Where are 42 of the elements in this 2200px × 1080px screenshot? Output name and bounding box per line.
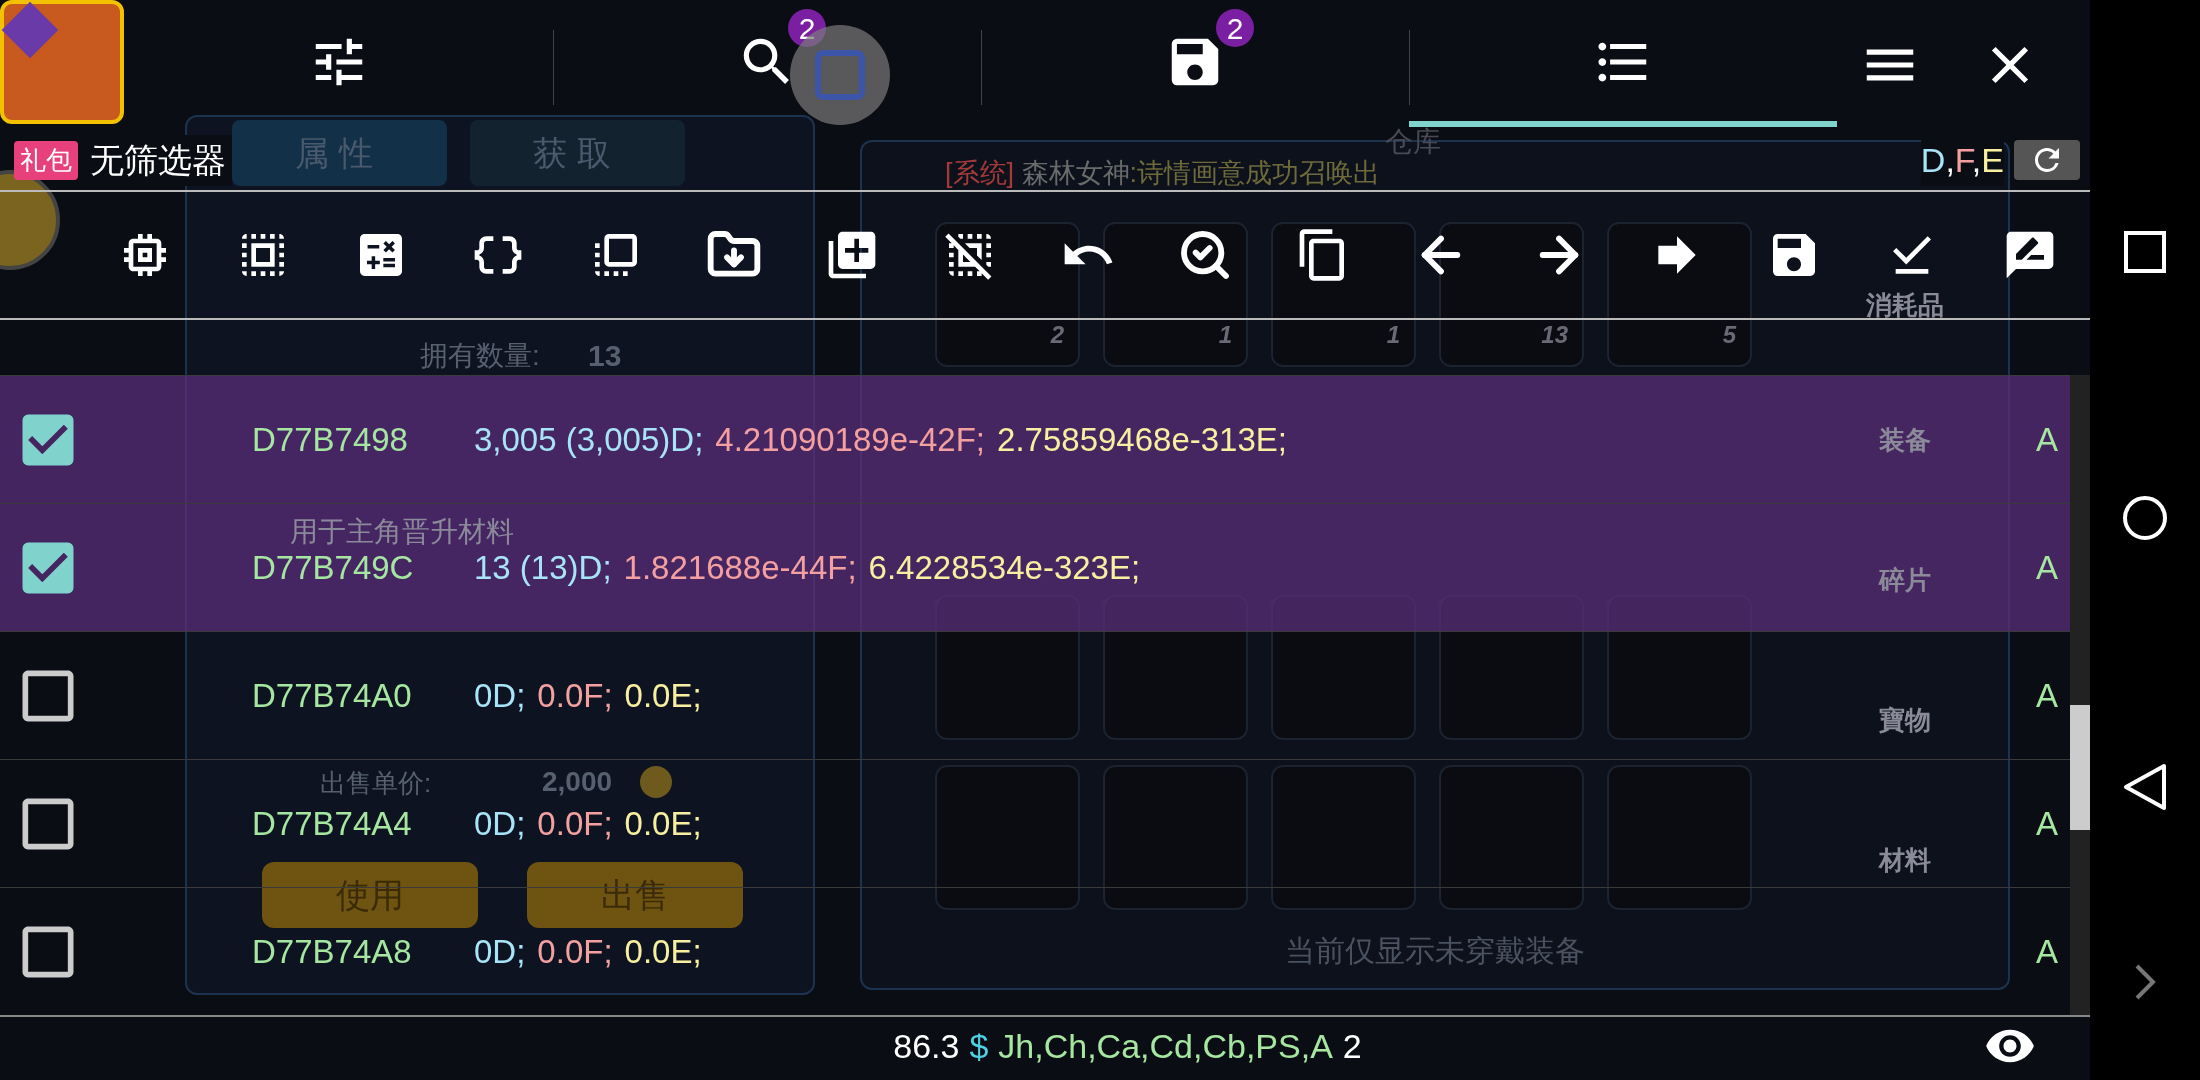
address: D77B749C [252,547,415,588]
value-text: 0D; 0.0F; 0.0E; [474,675,702,716]
value-text: 3,005 (3,005)D; 4.21090189e-42F; 2.75859468e-313E; [474,419,1287,460]
price-label: 出售单价: [320,768,432,798]
address: D77B74A0 [252,675,413,716]
item-slot[interactable]: 5 [1607,222,1752,367]
item-count: 2 [1050,321,1064,349]
value-text: 0D; 0.0F; 0.0E; [474,931,702,972]
item-count: 1 [1218,321,1232,349]
status-text: 86.3 $ Jh,Ch,Ca,Cd,Cb,PS,A 2 [892,1025,1362,1067]
price-value: 2,000 [542,766,613,798]
item-count: 5 [1722,321,1736,349]
flag-text: A [2036,675,2058,716]
item-count: 13 [588,338,622,374]
address: D77B74A8 [252,931,413,972]
category-tab[interactable]: 碎片 [1850,565,1960,595]
gift-badge: 礼包 [14,140,78,180]
value-text: 13 (13)D; 1.821688e-44F; 6.4228534e-323E; [474,547,1141,588]
item-slot[interactable]: 2 [935,222,1080,367]
category-tab[interactable]: 材料 [1850,845,1960,875]
item-label: 拥有数量: [420,339,540,373]
item-slot[interactable]: 13 [1439,222,1584,367]
item-count: 13 [1541,321,1568,349]
value-text: 0D; 0.0F; 0.0E; [474,803,702,844]
address: D77B74A4 [252,803,413,844]
flag-text: A [2036,547,2058,588]
toolbar-tab[interactable]: 2 [981,3,1409,127]
item-slot[interactable]: 1 [1271,222,1416,367]
game-title: 仓库 [1385,127,1441,157]
category-tab[interactable]: 寶物 [1850,705,1960,735]
item-description: 用于主角晋升材料 [290,516,514,548]
flag-text: A [2036,419,2058,460]
system-message: [系统] 森林女神:诗情画意成功召唤出 [945,158,1381,189]
flag-text: A [2036,803,2058,844]
filter-label[interactable]: 无筛选器 [90,134,232,186]
footer-note: 当前仅显示未穿戴装备 [1285,933,1585,969]
category-tab[interactable]: 消耗品 [1850,290,1960,320]
category-tab[interactable]: 装备 [1850,425,1960,455]
item-count: 1 [1386,321,1400,349]
item-slot[interactable]: 1 [1103,222,1248,367]
flag-text: A [2036,931,2058,972]
address: D77B7498 [252,419,409,460]
